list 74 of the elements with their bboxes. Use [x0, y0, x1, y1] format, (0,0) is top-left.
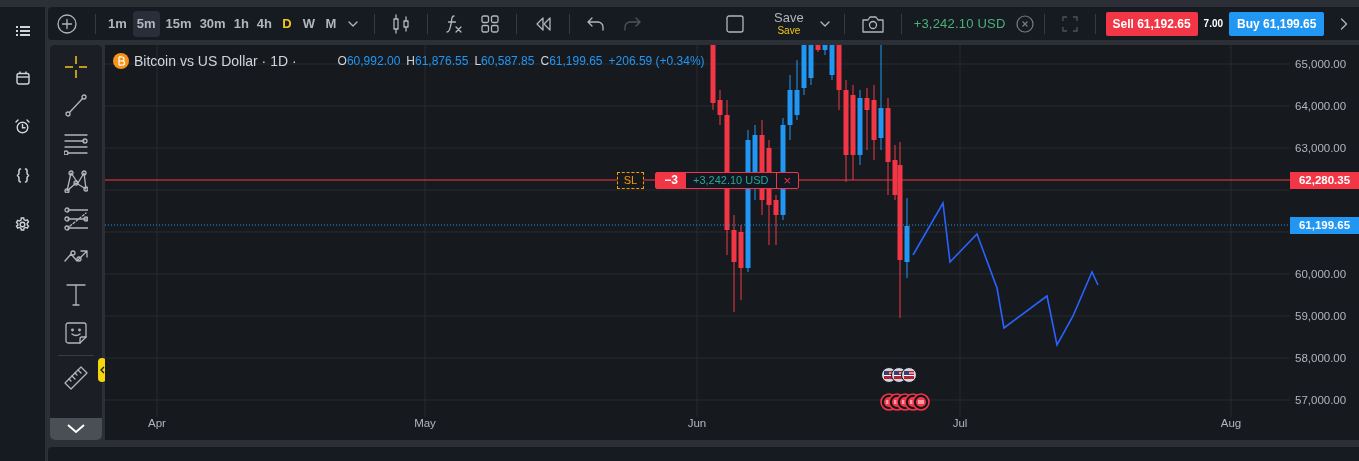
horizontal-lines-icon[interactable]: [64, 131, 88, 155]
alarm-clock-icon[interactable]: [15, 119, 30, 134]
camera-icon[interactable]: [861, 14, 884, 33]
ohlc-label: C: [540, 54, 550, 68]
sticker-icon[interactable]: [64, 321, 88, 345]
text-icon[interactable]: [64, 283, 88, 307]
timeframe-button[interactable]: W: [302, 10, 316, 37]
bitcoin-icon: [113, 53, 129, 69]
price-tick: 64,000.00: [1295, 99, 1347, 114]
stop-loss-tag[interactable]: SL: [617, 172, 644, 189]
close-position-button[interactable]: ×: [775, 173, 799, 188]
timeframe-button[interactable]: M: [324, 10, 338, 37]
spread-text: 7.00: [1203, 18, 1224, 29]
price-tick: 63,000.00: [1295, 141, 1347, 156]
timeframe-button[interactable]: D: [280, 10, 294, 37]
more-tools-button[interactable]: [50, 418, 102, 440]
save-sublabel: Save: [777, 25, 801, 36]
price-tick: 60,000.00: [1295, 267, 1347, 282]
date-tick: Apr: [147, 417, 167, 429]
event-markers-drawing[interactable]: [880, 393, 930, 411]
price-tick: 59,000.00: [1295, 309, 1347, 324]
ruler-icon[interactable]: [64, 366, 88, 390]
ohlc-value: 60,587.85: [481, 54, 535, 68]
ohlc-value: 60,992.00: [346, 54, 401, 68]
change-value: +206.59 (+0.34%): [608, 54, 705, 68]
ohlc-label: L: [474, 54, 482, 68]
date-tick: Jun: [686, 417, 708, 429]
date-tick: Jul: [951, 417, 969, 429]
undo-icon[interactable]: [587, 16, 605, 31]
crosshair-icon[interactable]: [64, 55, 88, 79]
timeframe-button[interactable]: 5m: [132, 10, 160, 37]
settings-icon[interactable]: [15, 217, 30, 232]
sell-button[interactable]: Sell 61,192.65: [1105, 11, 1198, 36]
list-icon[interactable]: [15, 25, 30, 37]
timeframe-button[interactable]: 1m: [108, 10, 127, 37]
calendar-icon[interactable]: [15, 71, 30, 85]
caret-icon[interactable]: [819, 20, 830, 27]
timeframe-button[interactable]: 4h: [256, 10, 272, 37]
price-tick: 65,000.00: [1295, 57, 1347, 72]
chevron-down-icon: [66, 424, 86, 434]
profit-text: +3,242.10 USD: [913, 16, 1006, 31]
pattern-icon[interactable]: [64, 169, 88, 193]
date-tick: Aug: [1219, 417, 1243, 429]
timeframe-button[interactable]: 30m: [199, 10, 226, 37]
quantity-badge[interactable]: −3: [656, 173, 686, 188]
projection-path[interactable]: [912, 200, 1099, 348]
position-profit: +3,242.10 USD: [692, 173, 770, 188]
ohlc-value: 61,199.65: [549, 54, 603, 68]
save-button[interactable]: Save Save: [764, 11, 814, 36]
price-tick: 57,000.00: [1295, 393, 1347, 408]
ohlc-label: O: [337, 54, 347, 68]
last-price-label: 61,199.65: [1290, 217, 1359, 234]
date-tick: May: [413, 417, 437, 429]
trend-line-icon[interactable]: [64, 93, 88, 117]
price-tick: 58,000.00: [1295, 351, 1347, 366]
flag-markers-drawing[interactable]: [881, 367, 917, 383]
close-icon[interactable]: [1015, 14, 1034, 33]
function-icon[interactable]: [445, 13, 463, 34]
ohlc-label: H: [406, 54, 415, 68]
braces-icon[interactable]: [15, 168, 30, 183]
layout-grid-icon[interactable]: [481, 14, 499, 33]
ohlc-value: 61,876.55: [415, 54, 469, 68]
fibonacci-icon[interactable]: [64, 207, 88, 231]
candlestick-icon[interactable]: [392, 13, 410, 34]
stop-price-label: 62,280.35: [1290, 172, 1359, 189]
square-icon[interactable]: [726, 14, 744, 33]
rewind-icon[interactable]: [534, 15, 552, 32]
timeframe-button[interactable]: 15m: [165, 10, 192, 37]
add-icon[interactable]: [57, 13, 77, 34]
caret-icon[interactable]: [348, 20, 358, 27]
save-label: Save: [774, 11, 804, 25]
timeframe-button[interactable]: 1h: [233, 10, 249, 37]
chevron-right-icon[interactable]: [1340, 17, 1349, 30]
symbol-title[interactable]: Bitcoin vs US Dollar · 1D ·: [134, 53, 297, 69]
